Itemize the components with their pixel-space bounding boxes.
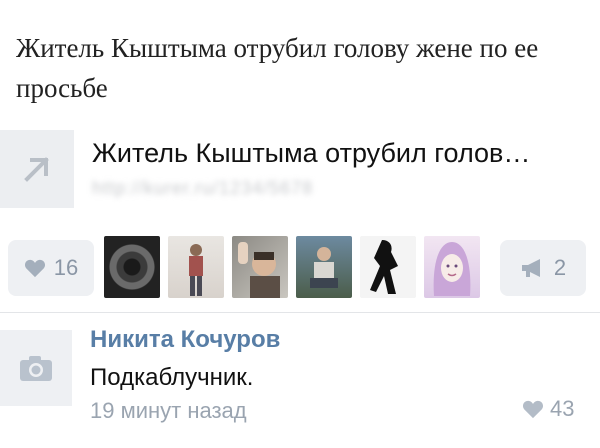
comment-author[interactable]: Никита Кочуров: [90, 326, 280, 354]
person-figure-icon: [189, 244, 203, 296]
share-count: 2: [553, 255, 567, 280]
arrow-up-right-icon: [24, 157, 49, 182]
person-waving-icon: [238, 242, 280, 298]
post-text: Житель Кыштыма отрубил голову жене по ее…: [16, 33, 539, 103]
link-thumbnail[interactable]: [0, 130, 74, 208]
link-attachment[interactable]: Житель Кыштыма отрубил голов… http://kur…: [0, 130, 600, 210]
man-standing-avatar[interactable]: [168, 236, 224, 298]
comment-text: Подкаблучник.: [90, 364, 254, 391]
megaphone-icon: [521, 259, 540, 277]
link-url: http://kurer.ru/1234/5678: [92, 178, 314, 198]
silhouette-icon: [370, 240, 398, 294]
divider: [0, 312, 600, 313]
heart-icon: [24, 259, 45, 278]
comment-like-count: 43: [550, 396, 575, 421]
waving-man-avatar[interactable]: [232, 236, 288, 298]
drawn-girl-avatar[interactable]: [424, 236, 480, 298]
link-title[interactable]: Житель Кыштыма отрубил голов…: [92, 138, 592, 169]
share-button[interactable]: 2: [500, 240, 586, 296]
silhouette-avatar[interactable]: [360, 236, 416, 298]
drawn-face-icon: [433, 242, 471, 296]
comment-avatar[interactable]: [0, 330, 72, 406]
comment-like-button[interactable]: 43: [522, 396, 574, 422]
man-sitting-avatar[interactable]: [296, 236, 352, 298]
like-button[interactable]: 16: [8, 240, 94, 296]
liked-by-avatars: [104, 236, 480, 298]
eye-avatar[interactable]: [104, 236, 160, 298]
like-count: 16: [53, 255, 79, 280]
camera-icon: [20, 356, 52, 381]
heart-icon: [522, 400, 544, 419]
person-sitting-icon: [310, 247, 338, 288]
comment-time[interactable]: 19 минут назад: [90, 398, 247, 424]
